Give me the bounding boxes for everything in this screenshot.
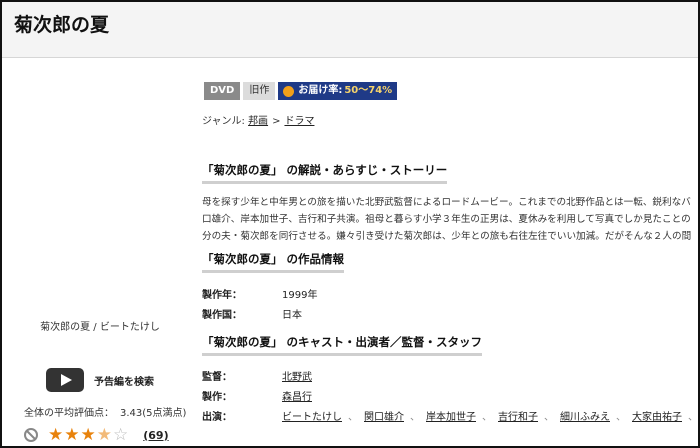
producer-link[interactable]: 森昌行	[282, 388, 312, 403]
rating-star-icon: ★	[48, 425, 65, 445]
actor-separator: 、	[688, 412, 698, 423]
rating-star-icon: ★	[96, 425, 113, 445]
synopsis-line: 分の夫・菊次郎を同行させる。嫌々引き受けた菊次郎は、少年との旅も右往左往でいい加…	[202, 231, 692, 242]
delivery-rate-value: 50〜74%	[344, 85, 393, 96]
delivery-status-icon	[283, 85, 295, 97]
genre-breadcrumb: ジャンル: 邦画 > ドラマ	[202, 112, 314, 127]
director-row: 監督： 北野武	[202, 368, 312, 383]
actor-separator: 、	[410, 412, 420, 423]
actor-link[interactable]: 関口雄介	[364, 408, 404, 423]
info-label: 製作年：	[202, 290, 242, 301]
actors-list: ビートたけし、関口雄介、岸本加世子、吉行和子、細川ふみえ、大家由祐子、麿赤児	[282, 408, 698, 423]
genre-label: ジャンル:	[202, 116, 245, 127]
main-content: DVD 旧作 お届け率: 50〜74% ジャンル: 邦画 > ドラマ 「菊次郎の夏」…	[202, 58, 698, 446]
page: 菊次郎の夏 菊次郎の夏 / ビートたけし 予告編を検索 全体の平均評価点： 3.4…	[0, 0, 700, 448]
synopsis-line: 母を探す少年と中年男との旅を描いた北野武監督によるロードムービー。これまでの北野…	[202, 197, 691, 208]
rating-star-icon: ★	[64, 425, 81, 445]
jacket-caption: 菊次郎の夏 / ビートたけし	[40, 322, 160, 333]
synopsis-heading: 「菊次郎の夏」 の解説・あらすじ・ストーリー	[202, 162, 448, 184]
delivery-rate-label: お届け率:	[298, 85, 343, 96]
star-rating: ★★★★☆	[48, 426, 129, 444]
info-value: 1999年	[282, 290, 318, 301]
info-row-country: 製作国： 日本	[202, 306, 302, 321]
actors-label: 出演：	[202, 412, 232, 423]
genre-link-hougan[interactable]: 邦画	[248, 116, 268, 127]
review-count-link[interactable]: (69)	[143, 429, 168, 442]
not-interested-icon[interactable]	[24, 428, 38, 442]
actor-separator: 、	[616, 412, 626, 423]
actor-separator: 、	[544, 412, 554, 423]
badge-row: DVD 旧作 お届け率: 50〜74%	[204, 82, 400, 100]
director-link[interactable]: 北野武	[282, 368, 312, 383]
trailer-search-button[interactable]: 予告編を検索	[46, 368, 154, 392]
actor-separator: 、	[348, 412, 358, 423]
average-rating-value: 3.43(5点満点)	[120, 408, 187, 419]
youtube-play-icon[interactable]	[46, 368, 84, 392]
left-panel: 菊次郎の夏 / ビートたけし 予告編を検索 全体の平均評価点： 3.43(5点満点…	[2, 58, 198, 446]
info-label: 製作国：	[202, 310, 242, 321]
actor-link[interactable]: 大家由祐子	[632, 408, 682, 423]
producer-row: 製作： 森昌行	[202, 388, 312, 403]
actor-link[interactable]: 岸本加世子	[426, 408, 476, 423]
actor-separator: 、	[482, 412, 492, 423]
info-value: 日本	[282, 310, 302, 321]
cast-heading: 「菊次郎の夏」 のキャスト・出演者／監督・スタッフ	[202, 334, 483, 356]
actor-link[interactable]: 細川ふみえ	[560, 408, 610, 423]
rating-row: ★★★★☆ (69)	[24, 426, 169, 444]
average-rating-label: 全体の平均評価点：	[24, 408, 114, 419]
rating-star-icon: ☆	[113, 425, 130, 445]
director-label: 監督：	[202, 372, 232, 383]
actors-row: 出演： ビートたけし、関口雄介、岸本加世子、吉行和子、細川ふみえ、大家由祐子、麿…	[202, 408, 698, 423]
release-type-badge: 旧作	[243, 82, 276, 100]
breadcrumb-separator: >	[272, 116, 281, 127]
delivery-rate-badge: お届け率: 50〜74%	[278, 82, 398, 100]
info-row-year: 製作年： 1999年	[202, 286, 317, 301]
actor-link[interactable]: ビートたけし	[282, 408, 342, 423]
synopsis-text: 母を探す少年と中年男との旅を描いた北野武監督によるロードムービー。これまでの北野…	[202, 194, 698, 245]
title-bar: 菊次郎の夏	[2, 2, 698, 58]
page-title: 菊次郎の夏	[14, 14, 110, 36]
synopsis-line: 口雄介、岸本加世子、吉行和子共演。祖母と暮らす小学３年生の正男は、夏休みを利用し…	[202, 214, 691, 225]
producer-label: 製作：	[202, 392, 232, 403]
actor-link[interactable]: 吉行和子	[498, 408, 538, 423]
rating-star-icon: ★	[80, 425, 97, 445]
genre-link-drama[interactable]: ドラマ	[284, 116, 314, 127]
trailer-search-label[interactable]: 予告編を検索	[94, 373, 154, 388]
work-info-heading: 「菊次郎の夏」 の作品情報	[202, 251, 345, 273]
average-rating: 全体の平均評価点： 3.43(5点満点)	[24, 404, 186, 419]
format-badge: DVD	[204, 82, 241, 100]
